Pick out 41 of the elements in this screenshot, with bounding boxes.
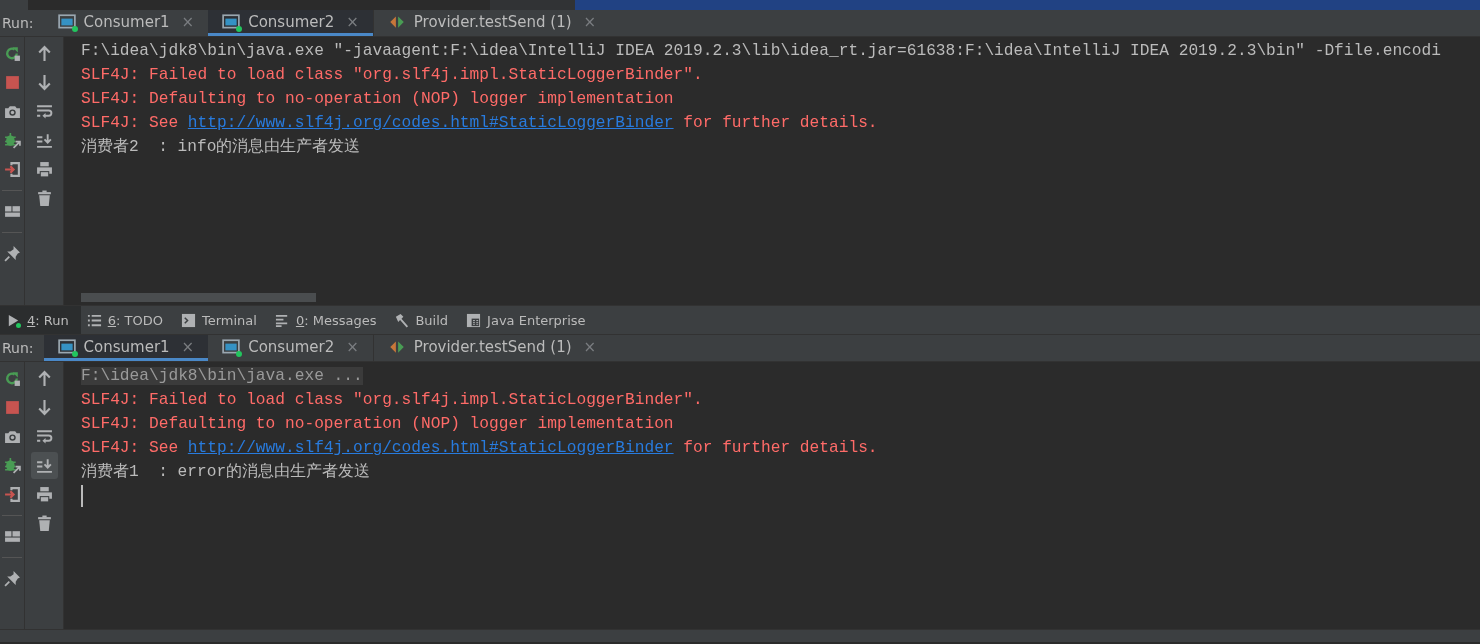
scroll-to-end-icon[interactable] bbox=[30, 452, 58, 479]
list-icon bbox=[86, 312, 102, 328]
command-line: F:\idea\jdk8\bin\java.exe "-javaagent:F:\idea\IntelliJ IDEA 2019.2.3\lib\idea_rt.jar=61638:F:\idea\IntelliJ IDEA 2019.2.3\bin" -Dfile.encodi bbox=[81, 41, 1442, 62]
tool-window-button[interactable]: Terminal bbox=[174, 306, 269, 334]
tool-window-button[interactable]: 0: Messages bbox=[268, 306, 389, 334]
run-label: Run: bbox=[1, 14, 35, 33]
output-line: 消费者2 : info的消息由生产者发送 bbox=[81, 136, 362, 158]
tool-window-button[interactable]: Build bbox=[388, 306, 461, 334]
run-tab[interactable]: Consumer2 × bbox=[208, 10, 373, 36]
link[interactable]: http://www.slf4j.org/codes.html#StaticLoggerBinder bbox=[187, 439, 674, 457]
play-icon bbox=[6, 312, 21, 328]
terminal-icon bbox=[180, 312, 196, 328]
close-icon[interactable]: × bbox=[181, 337, 195, 356]
messages-icon bbox=[274, 312, 290, 328]
console-icon[interactable] bbox=[222, 12, 241, 31]
error-line: SLF4J: Defaulting to no-operation (NOP) logger implementation bbox=[81, 414, 675, 435]
error-line: SLF4J: See http://www.slf4j.org/codes.html#StaticLoggerBinder for further details. bbox=[81, 438, 879, 459]
run-tab[interactable]: Consumer1 × bbox=[43, 335, 209, 361]
console-icon[interactable] bbox=[222, 337, 241, 356]
error-line: SLF4J: See http://www.slf4j.org/codes.html#StaticLoggerBinder for further details. bbox=[81, 113, 879, 134]
link[interactable]: http://www.slf4j.org/codes.html#StaticLoggerBinder bbox=[187, 114, 674, 132]
console-icon[interactable] bbox=[57, 12, 76, 31]
run-label: Run: bbox=[1, 339, 35, 358]
scrollbar[interactable] bbox=[81, 293, 316, 302]
tool-window-button[interactable]: 4: Run bbox=[0, 306, 81, 334]
tool-window-button[interactable]: Java Enterprise bbox=[460, 306, 598, 334]
run-tab[interactable]: Provider.testSend (1) × bbox=[373, 10, 611, 36]
run-tab[interactable]: Provider.testSend (1) × bbox=[373, 335, 611, 361]
text-cursor bbox=[81, 484, 83, 507]
tool-window-button[interactable]: 6: TODO bbox=[80, 306, 175, 334]
enterprise-icon bbox=[466, 312, 482, 328]
error-line: SLF4J: Defaulting to no-operation (NOP) logger implementation bbox=[81, 89, 675, 110]
error-line: SLF4J: Failed to load class "org.slf4j.impl.StaticLoggerBinder". bbox=[81, 65, 704, 86]
error-line: SLF4J: Failed to load class "org.slf4j.impl.StaticLoggerBinder". bbox=[81, 390, 704, 411]
folded-command[interactable]: F:\idea\jdk8\bin\java.exe ... bbox=[81, 364, 1480, 388]
close-icon[interactable]: × bbox=[346, 12, 359, 31]
output-line: 消费者1 : error的消息由生产者发送 bbox=[81, 461, 372, 483]
hammer-icon bbox=[394, 312, 410, 328]
console-icon[interactable] bbox=[57, 337, 76, 356]
run-tab[interactable]: Consumer2 × bbox=[208, 335, 373, 361]
run-tab[interactable]: Consumer1 × bbox=[43, 10, 209, 36]
